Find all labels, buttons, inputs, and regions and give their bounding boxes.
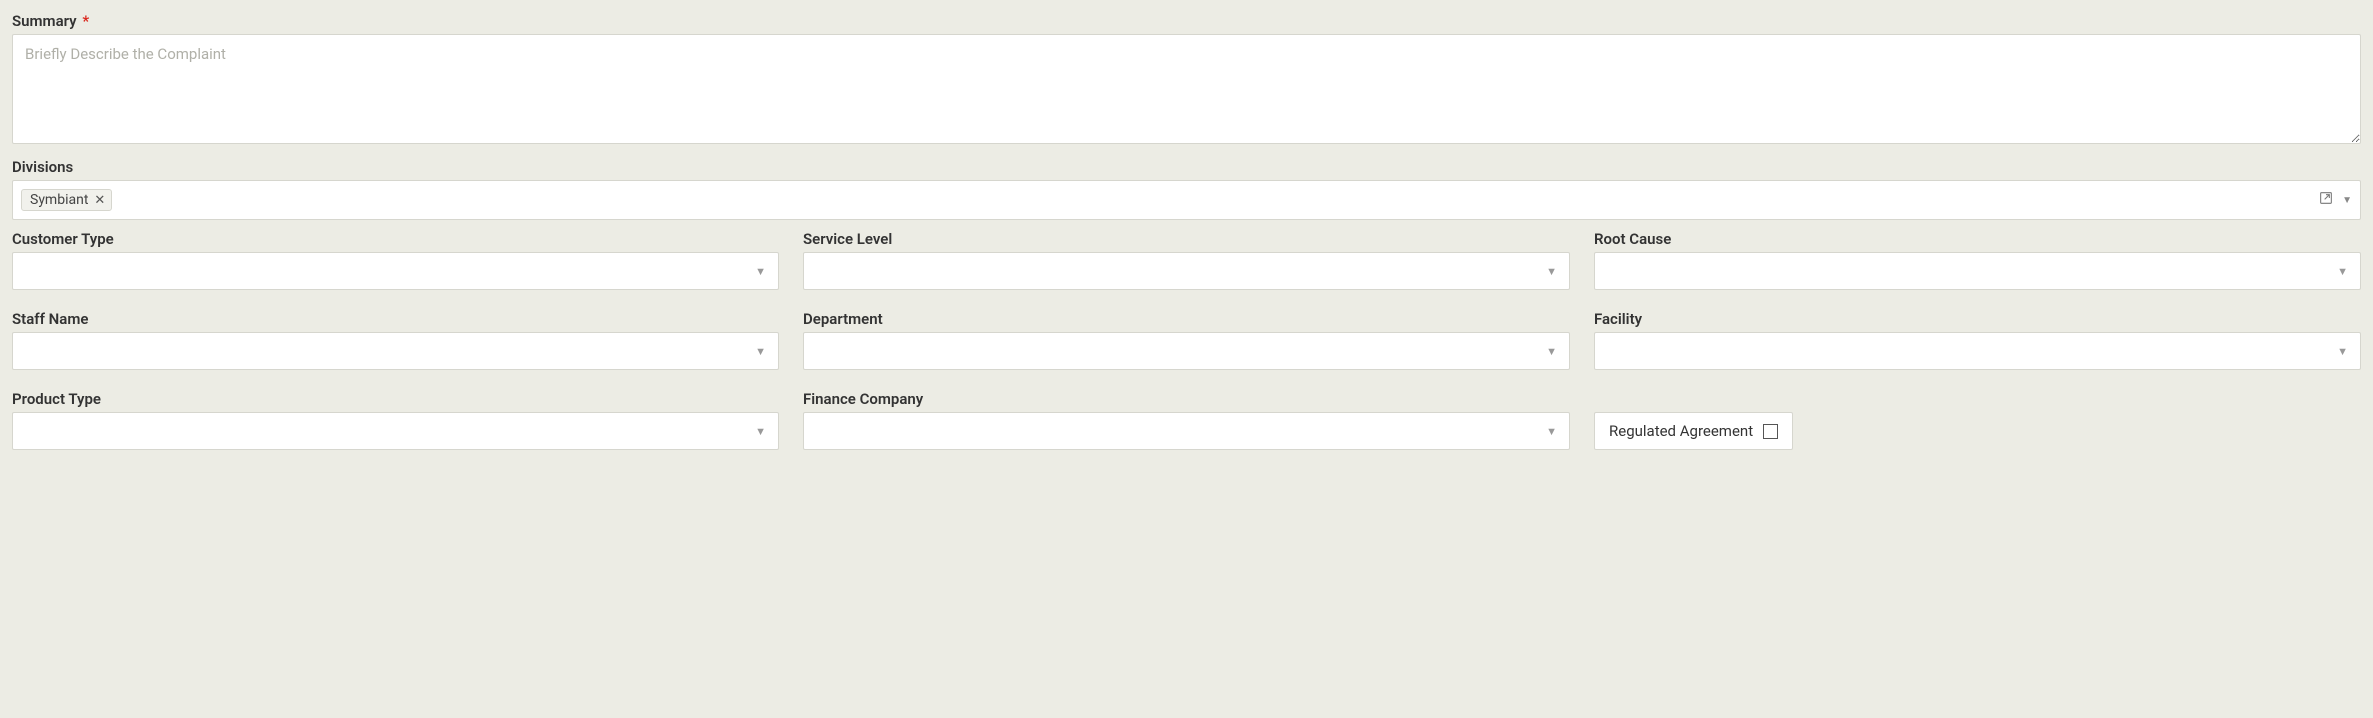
chevron-down-icon: ▼ xyxy=(2337,345,2348,358)
divisions-tagbox[interactable]: Symbiant ✕ ▼ xyxy=(12,180,2361,220)
chevron-down-icon: ▼ xyxy=(755,265,766,278)
chevron-down-icon: ▼ xyxy=(1546,265,1557,278)
complaint-form: Summary * Divisions Symbiant ✕ ▼ Custome… xyxy=(12,12,2361,460)
product-type-label: Product Type xyxy=(12,390,779,408)
regulated-agreement-label: Regulated Agreement xyxy=(1609,422,1753,440)
checkbox-icon xyxy=(1763,424,1778,439)
chevron-down-icon: ▼ xyxy=(755,345,766,358)
chevron-down-icon: ▼ xyxy=(2337,265,2348,278)
product-type-field: Product Type ▼ xyxy=(12,390,779,450)
staff-name-label: Staff Name xyxy=(12,310,779,328)
department-label: Department xyxy=(803,310,1570,328)
finance-company-select[interactable]: ▼ xyxy=(803,412,1570,450)
root-cause-label: Root Cause xyxy=(1594,230,2361,248)
root-cause-select[interactable]: ▼ xyxy=(1594,252,2361,290)
facility-field: Facility ▼ xyxy=(1594,310,2361,370)
facility-select[interactable]: ▼ xyxy=(1594,332,2361,370)
divisions-field: Divisions Symbiant ✕ ▼ xyxy=(12,158,2361,220)
division-tag[interactable]: Symbiant ✕ xyxy=(21,189,112,211)
customer-type-select[interactable]: ▼ xyxy=(12,252,779,290)
finance-company-field: Finance Company ▼ xyxy=(803,390,1570,450)
service-level-field: Service Level ▼ xyxy=(803,230,1570,290)
summary-field: Summary * xyxy=(12,12,2361,148)
department-select[interactable]: ▼ xyxy=(803,332,1570,370)
root-cause-field: Root Cause ▼ xyxy=(1594,230,2361,290)
summary-label-text: Summary xyxy=(12,12,77,30)
customer-type-label: Customer Type xyxy=(12,230,779,248)
staff-name-select[interactable]: ▼ xyxy=(12,332,779,370)
staff-name-field: Staff Name ▼ xyxy=(12,310,779,370)
close-icon[interactable]: ✕ xyxy=(94,194,105,207)
regulated-agreement-checkbox[interactable]: Regulated Agreement xyxy=(1594,412,1793,450)
department-field: Department ▼ xyxy=(803,310,1570,370)
summary-input[interactable] xyxy=(12,34,2361,144)
divisions-label: Divisions xyxy=(12,158,2361,176)
facility-label: Facility xyxy=(1594,310,2361,328)
chevron-down-icon: ▼ xyxy=(1546,345,1557,358)
regulated-agreement-field: Regulated Agreement xyxy=(1594,390,2361,450)
service-level-select[interactable]: ▼ xyxy=(803,252,1570,290)
open-dialog-icon[interactable] xyxy=(2318,190,2334,210)
division-tag-label: Symbiant xyxy=(30,192,88,208)
chevron-down-icon: ▼ xyxy=(755,425,766,438)
fields-grid: Customer Type ▼ Service Level ▼ Root Cau… xyxy=(12,230,2361,460)
summary-label: Summary * xyxy=(12,12,2361,30)
customer-type-field: Customer Type ▼ xyxy=(12,230,779,290)
required-asterisk: * xyxy=(82,12,89,30)
product-type-select[interactable]: ▼ xyxy=(12,412,779,450)
chevron-down-icon: ▼ xyxy=(1546,425,1557,438)
finance-company-label: Finance Company xyxy=(803,390,1570,408)
chevron-down-icon[interactable]: ▼ xyxy=(2342,195,2352,206)
service-level-label: Service Level xyxy=(803,230,1570,248)
divisions-actions: ▼ xyxy=(2318,190,2352,210)
